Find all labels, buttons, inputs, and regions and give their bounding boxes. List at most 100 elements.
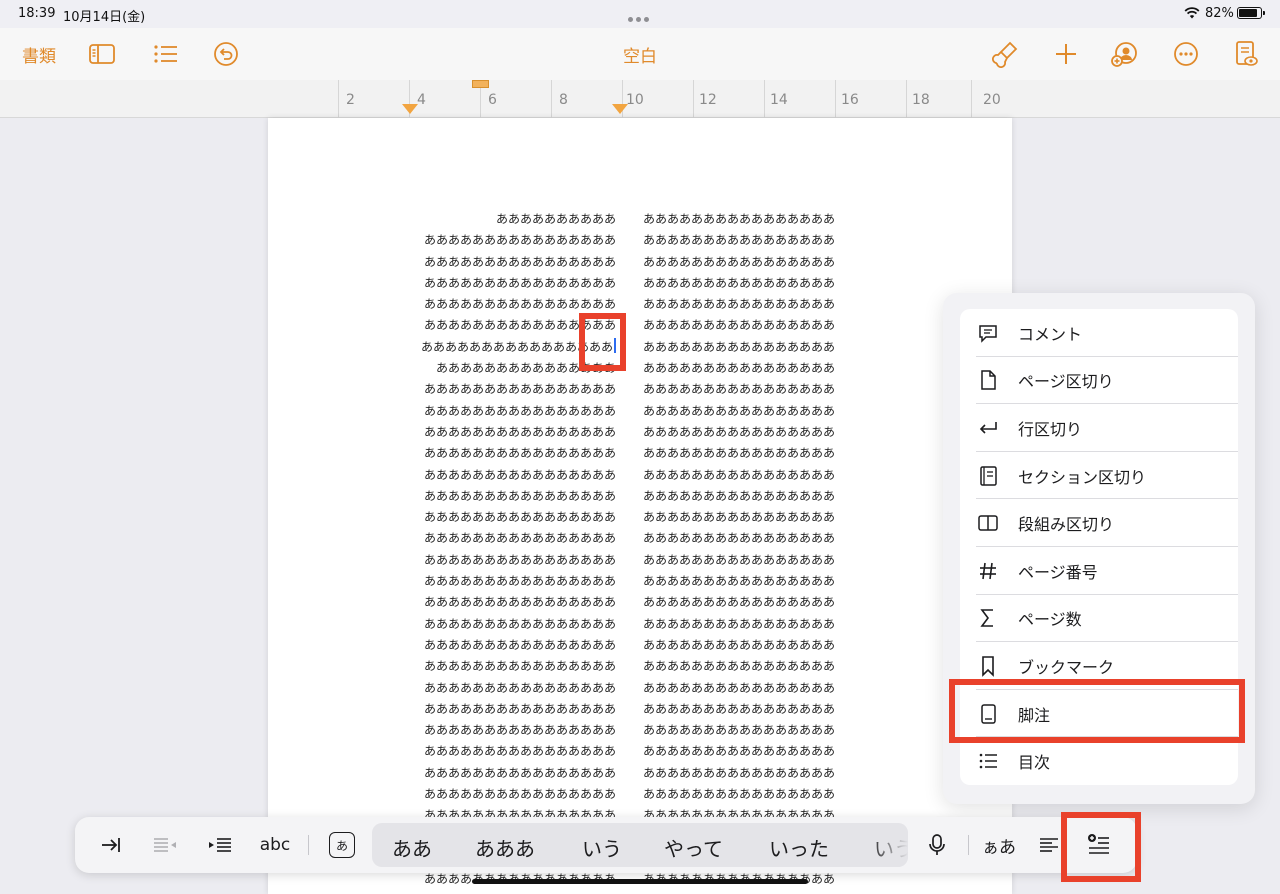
text-line: ああああああああああああああああ xyxy=(643,488,836,503)
menu-item-label: ページ番号 xyxy=(1018,562,1098,582)
outdent-button[interactable] xyxy=(151,831,179,859)
ruler-label: 16 xyxy=(841,92,859,108)
ruler-label: 6 xyxy=(488,92,497,108)
text-line: ああああああああああああああああ xyxy=(423,723,616,738)
text-line: ああああああああああああああああ xyxy=(643,233,836,248)
text-line: ああああああああああああああああ xyxy=(643,382,836,397)
text-line: ああああああああああああああああ xyxy=(643,552,836,567)
text-line: ああああああああああああああああ xyxy=(423,510,616,525)
document-eye-icon xyxy=(1236,41,1258,66)
comment-icon xyxy=(976,321,1000,345)
text-line: ああああああああああああああああ xyxy=(643,531,836,546)
reading-view-button[interactable] xyxy=(1232,40,1260,68)
ruler-label: 18 xyxy=(912,92,930,108)
collaborate-button[interactable] xyxy=(1110,40,1138,68)
undo-button[interactable] xyxy=(212,40,240,68)
text-line: ああああああああああああああああ xyxy=(643,424,836,439)
list-indent-icon xyxy=(209,838,231,852)
menu-item-line-break[interactable]: 行区切り xyxy=(960,404,1238,452)
outdent-icon xyxy=(154,838,176,852)
text-column-right[interactable]: ああああああああああああああああ ああああああああああああああああ ああああああああ… xyxy=(643,209,853,894)
small-kana-button[interactable]: ぁあ xyxy=(981,831,1017,859)
menu-item-page-break[interactable]: ページ区切り xyxy=(960,357,1238,405)
ruler-label: 20 xyxy=(983,92,1001,108)
kana-keyboard-button[interactable]: あ xyxy=(329,832,355,858)
text-line: ああああああああああああああああ xyxy=(643,595,836,610)
format-button[interactable] xyxy=(992,40,1020,68)
list-button[interactable] xyxy=(152,40,180,68)
prediction-item[interactable]: いう xyxy=(582,833,622,862)
indent-button[interactable] xyxy=(97,831,125,859)
multitasking-dots-icon[interactable] xyxy=(628,11,652,22)
text-line: ああああああああああああああああ xyxy=(423,574,616,589)
text-line: ああああああああああああああああ xyxy=(643,467,836,482)
menu-item-comment[interactable]: コメント xyxy=(960,309,1238,357)
text-line: ああああああああああああああああ xyxy=(423,233,616,248)
list-icon xyxy=(976,749,1000,773)
right-indent-marker[interactable] xyxy=(612,104,628,114)
text-line: ああああああああああああああああ xyxy=(423,488,616,503)
page-icon xyxy=(976,368,1000,392)
prediction-item[interactable]: やって xyxy=(664,833,723,862)
align-left-icon xyxy=(1040,838,1058,852)
menu-item-label: 目次 xyxy=(1018,753,1051,773)
text-line: ああああああああああああああああ xyxy=(423,680,616,695)
text-line: ああああああああああああああああ xyxy=(423,616,616,631)
prediction-item[interactable]: いった xyxy=(769,833,829,862)
ruler-label: 2 xyxy=(346,92,355,108)
sidebar-button[interactable] xyxy=(88,40,116,68)
text-column-left[interactable]: ああああああああああ ああああああああああああああああ ああああああああああああああ… xyxy=(410,209,616,894)
status-bar: 18:39 10月14日(金) 82% xyxy=(0,0,1280,28)
text-line: ああああああああああああああああ xyxy=(643,637,836,652)
return-icon xyxy=(976,416,1000,440)
hash-icon xyxy=(976,559,1000,583)
ellipsis-icon xyxy=(1174,42,1198,66)
spellcheck-button[interactable]: abc xyxy=(255,831,295,859)
text-line: ああああああああああああああああ xyxy=(423,659,616,674)
undo-icon xyxy=(214,42,238,66)
wifi-icon xyxy=(1184,7,1200,19)
prediction-item[interactable]: ああ xyxy=(392,833,432,862)
text-line: ああああああああああああああああ xyxy=(643,680,836,695)
home-indicator[interactable] xyxy=(472,879,808,884)
menu-item-toc[interactable]: 目次 xyxy=(960,737,1238,785)
ruler-label: 4 xyxy=(417,92,426,108)
text-line: ああああああああああああああああ xyxy=(423,254,616,269)
ruler[interactable]: 2 4 6 8 10 12 14 16 18 20 xyxy=(0,80,1280,118)
text-line: ああああああああああああああああ xyxy=(423,446,616,461)
insert-button-highlight xyxy=(1061,812,1141,882)
paintbrush-icon xyxy=(992,41,1018,68)
menu-item-section-break[interactable]: セクション区切り xyxy=(960,452,1238,500)
first-line-indent-marker[interactable] xyxy=(472,80,489,88)
align-button[interactable] xyxy=(1035,831,1063,859)
ruler-label: 10 xyxy=(626,92,644,108)
prediction-item[interactable]: あああ xyxy=(475,833,535,862)
menu-item-label: 行区切り xyxy=(1018,419,1083,439)
dictation-button[interactable] xyxy=(925,831,949,859)
menu-item-label: 段組み区切り xyxy=(1018,515,1115,535)
text-line: ああああああああああああああああ xyxy=(423,552,616,567)
text-line: ああああああああああ xyxy=(495,212,616,226)
app-toolbar: 書類 空白 xyxy=(0,28,1280,80)
more-button[interactable] xyxy=(1172,40,1200,68)
text-line: ああああああああああああああああ xyxy=(423,382,616,397)
insert-button[interactable] xyxy=(1052,40,1080,68)
menu-item-page-number[interactable]: ページ番号 xyxy=(960,547,1238,595)
text-line: ああああああああああああああああ xyxy=(643,765,836,780)
document-title[interactable]: 空白 xyxy=(560,42,720,67)
menu-item-column-break[interactable]: 段組み区切り xyxy=(960,499,1238,547)
status-time: 18:39 xyxy=(18,6,56,21)
text-line: ああああああああああああああああ xyxy=(643,254,836,269)
text-line: ああああああああああああああああ xyxy=(423,403,616,418)
columns-icon xyxy=(976,511,1000,535)
document-page[interactable]: ああああああああああ ああああああああああああああああ ああああああああああああああ… xyxy=(268,118,1012,894)
text-line: ああああああああああああああああ xyxy=(423,787,616,802)
menu-item-page-count[interactable]: ページ数 xyxy=(960,595,1238,643)
left-indent-marker[interactable] xyxy=(402,104,418,114)
text-line: ああああああああああああああああ xyxy=(643,297,836,312)
list-indent-button[interactable] xyxy=(205,831,235,859)
menu-item-label: コメント xyxy=(1018,324,1083,344)
documents-button[interactable]: 書類 xyxy=(22,40,56,68)
text-line: ああああああああああああああああ xyxy=(643,723,836,738)
menu-item-label: ページ区切り xyxy=(1018,372,1114,392)
